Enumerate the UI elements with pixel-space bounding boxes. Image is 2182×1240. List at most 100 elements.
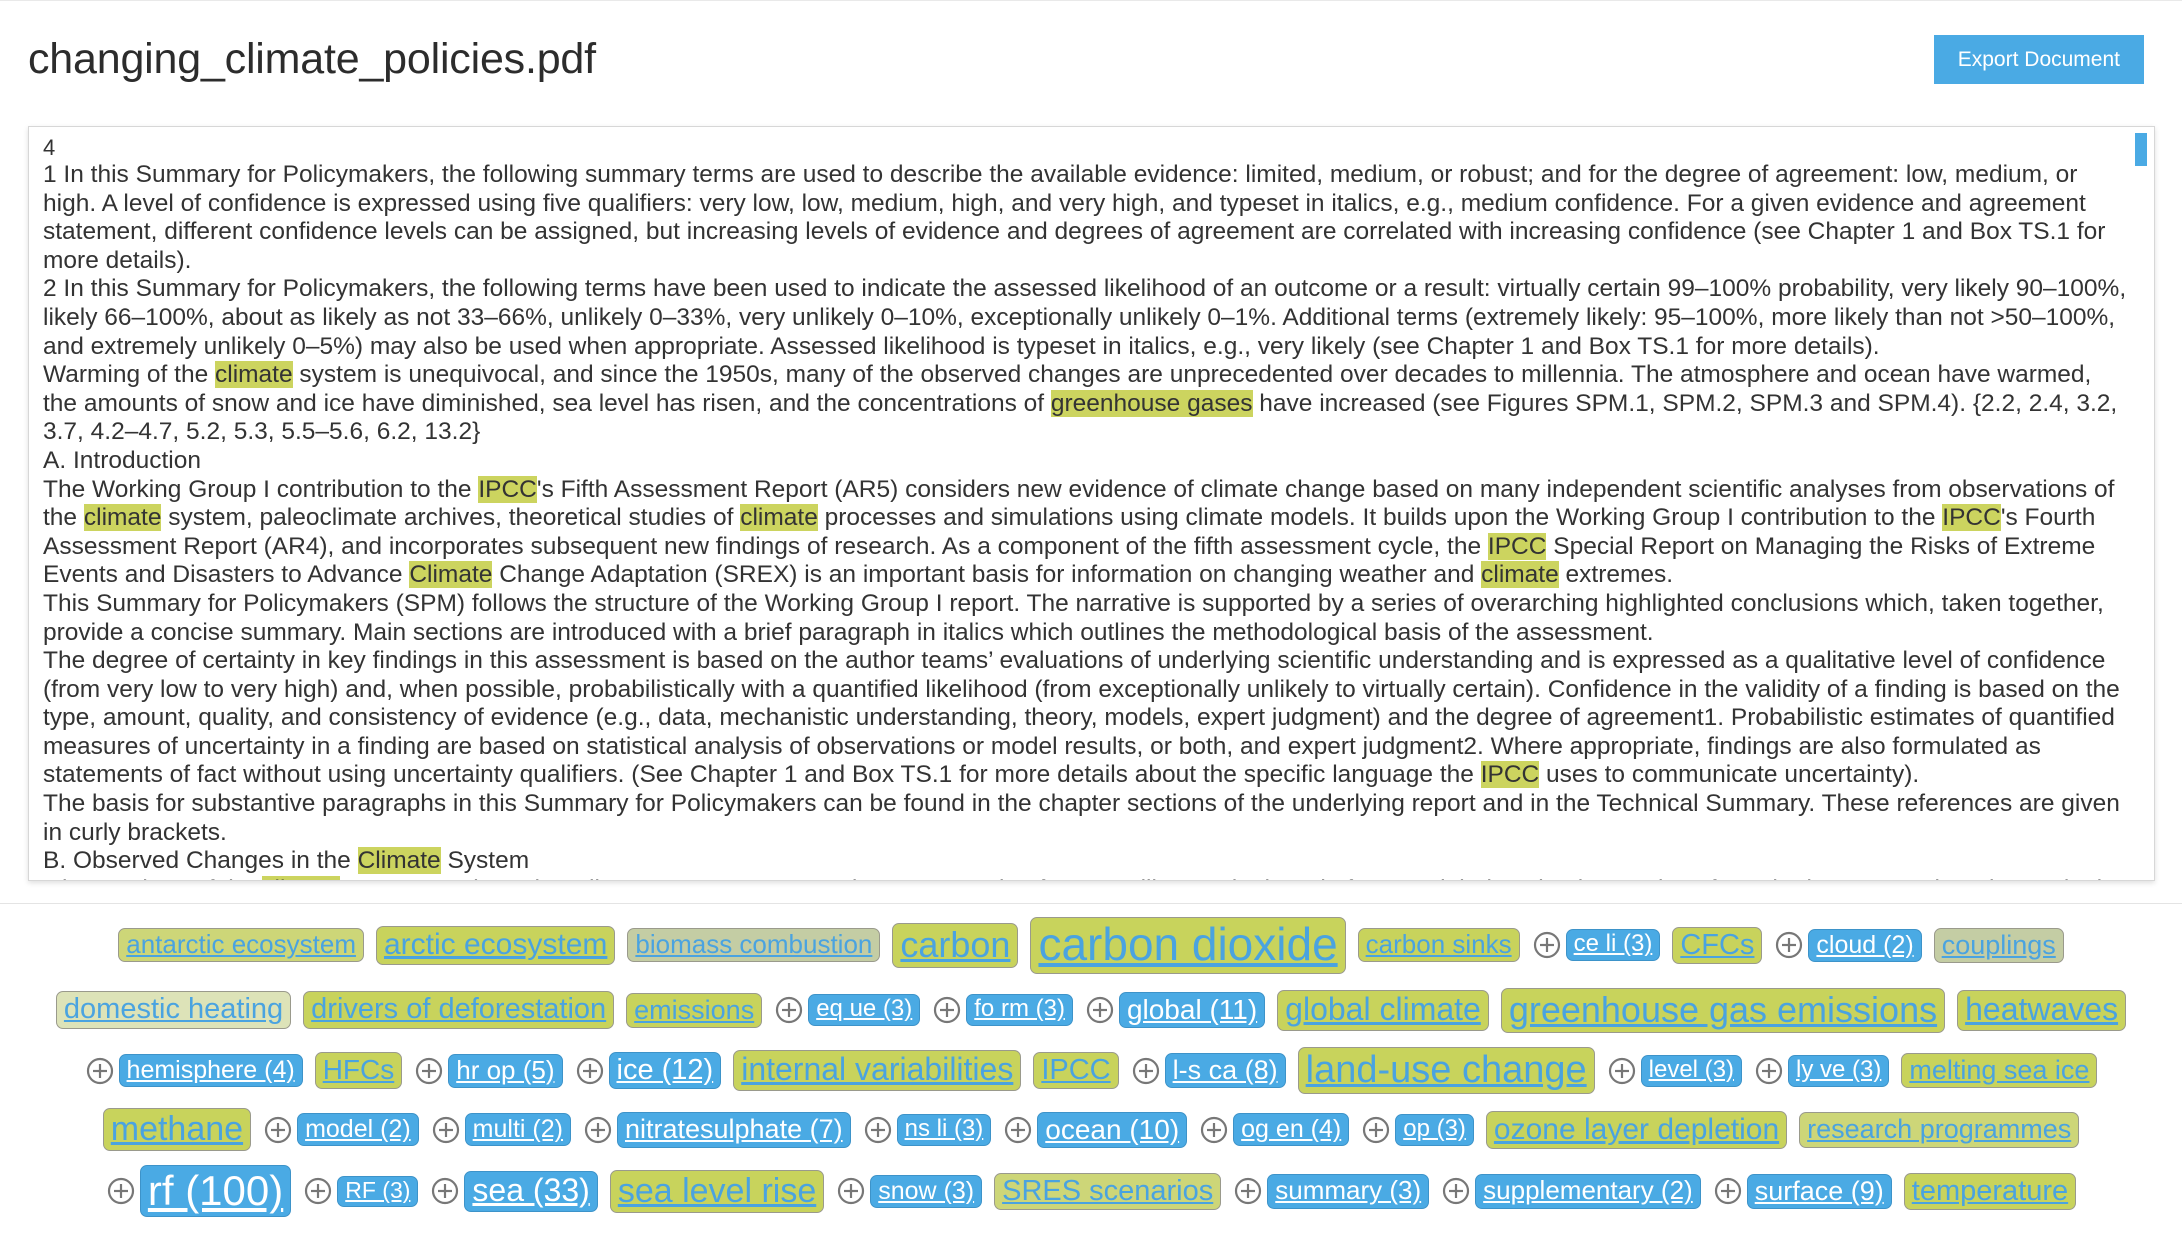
inline-term-link[interactable]: summary — [585, 161, 686, 188]
inline-term-link[interactable]: level — [123, 190, 173, 217]
inline-term-highlight[interactable]: IPCC — [1480, 761, 1540, 789]
add-tag-plus-icon[interactable] — [431, 1115, 461, 1145]
tag-link[interactable]: heatwaves — [1957, 989, 2127, 1031]
tag-link[interactable]: arctic ecosystem — [375, 925, 616, 965]
tag-link[interactable]: fo rm (3) — [966, 994, 1073, 1027]
inline-term-link[interactable]: levels — [384, 218, 447, 245]
tag-link[interactable]: l-s ca (8) — [1164, 1052, 1286, 1089]
tag-link[interactable]: IPCC — [1033, 1051, 1119, 1090]
add-tag-plus-icon[interactable] — [106, 1176, 136, 1206]
tag-link[interactable]: melting sea ice — [1901, 1052, 2098, 1089]
add-tag-plus-icon[interactable] — [1607, 1056, 1637, 1086]
tag-link[interactable]: surface (9) — [1746, 1173, 1892, 1210]
tag-link[interactable]: HFCs — [314, 1052, 403, 1089]
add-tag-plus-icon[interactable] — [1441, 1176, 1471, 1206]
tag-link[interactable]: emissions — [626, 992, 763, 1028]
tag-link[interactable]: cloud (2) — [1808, 928, 1922, 962]
add-tag-plus-icon[interactable] — [1233, 1176, 1263, 1206]
tag-link[interactable]: level (3) — [1640, 1054, 1742, 1087]
inline-term-link[interactable]: Summary — [1705, 790, 1808, 817]
tag-link[interactable]: antarctic ecosystem — [118, 928, 364, 963]
tag-link[interactable]: ozone layer depletion — [1485, 1110, 1788, 1150]
inline-term-link[interactable]: sea level — [552, 390, 649, 417]
add-tag-plus-icon[interactable] — [1361, 1115, 1391, 1145]
inline-term-link[interactable]: levels — [805, 218, 868, 245]
inline-term-highlight[interactable]: Climate — [357, 847, 441, 875]
tag-link[interactable]: SRES scenarios — [994, 1172, 1222, 1211]
inline-term-link[interactable]: snow — [212, 390, 269, 417]
tag-link[interactable]: hr op (5) — [448, 1053, 563, 1088]
tag-link[interactable]: CFCs — [1672, 926, 1763, 964]
tag-link[interactable]: nitratesulphate (7) — [616, 1112, 851, 1148]
tag-link[interactable]: carbon dioxide — [1030, 917, 1346, 974]
tag-link[interactable]: summary (3) — [1267, 1174, 1430, 1209]
inline-term-highlight[interactable]: IPCC — [1487, 532, 1547, 560]
inline-term-link[interactable]: Summary — [136, 275, 241, 302]
tag-link[interactable]: land-use change — [1297, 1046, 1595, 1095]
add-tag-plus-icon[interactable] — [575, 1056, 605, 1086]
inline-term-link[interactable]: models — [1270, 504, 1349, 531]
tag-link[interactable]: og en (4) — [1233, 1113, 1350, 1147]
add-tag-plus-icon[interactable] — [583, 1115, 613, 1145]
tag-link[interactable]: snow (3) — [870, 1174, 983, 1208]
document-scrollbar-thumb[interactable] — [2135, 133, 2147, 166]
add-tag-plus-icon[interactable] — [430, 1176, 460, 1206]
add-tag-plus-icon[interactable] — [774, 995, 804, 1025]
tag-link[interactable]: biomass combustion — [627, 928, 881, 963]
tag-link[interactable]: temperature — [1903, 1172, 2077, 1211]
inline-term-highlight[interactable]: climate — [83, 504, 162, 532]
tag-link[interactable]: couplings — [1933, 927, 2064, 963]
tag-link[interactable]: ly ve (3) — [1788, 1054, 1890, 1087]
tag-link[interactable]: drivers of deforestation — [303, 991, 615, 1029]
inline-term-link[interactable]: level — [1902, 647, 1952, 674]
tag-link[interactable]: model (2) — [297, 1113, 419, 1147]
tag-link[interactable]: carbon — [892, 922, 1019, 968]
add-tag-plus-icon[interactable] — [263, 1115, 293, 1145]
add-tag-plus-icon[interactable] — [932, 995, 962, 1025]
tag-link[interactable]: rf (100) — [139, 1165, 292, 1218]
tag-link[interactable]: supplementary (2) — [1475, 1174, 1701, 1209]
tag-link[interactable]: RF (3) — [337, 1176, 419, 1207]
inline-term-highlight[interactable]: climate — [215, 361, 293, 389]
inline-term-link[interactable]: summary — [240, 619, 339, 646]
add-tag-plus-icon[interactable] — [1754, 1056, 1784, 1086]
tag-link[interactable]: ce li (3) — [1565, 929, 1661, 962]
inline-term-link[interactable]: model — [991, 733, 1058, 760]
add-tag-plus-icon[interactable] — [863, 1115, 893, 1145]
tag-link[interactable]: domestic heating — [55, 991, 292, 1029]
add-tag-plus-icon[interactable] — [1131, 1056, 1161, 1086]
tag-link[interactable]: carbon sinks — [1357, 928, 1520, 963]
tag-link[interactable]: ns li (3) — [896, 1113, 992, 1146]
inline-term-link[interactable]: models — [1104, 704, 1183, 731]
add-tag-plus-icon[interactable] — [1713, 1176, 1743, 1206]
tag-link[interactable]: op (3) — [1395, 1113, 1474, 1146]
tag-link[interactable]: global (11) — [1118, 991, 1266, 1029]
add-tag-plus-icon[interactable] — [85, 1056, 115, 1086]
document-scrollbar[interactable] — [2135, 129, 2151, 880]
inline-term-highlight[interactable]: greenhouse gases — [1050, 389, 1253, 417]
inline-term-link[interactable]: Summary — [136, 161, 241, 188]
tag-link[interactable]: ice (12) — [608, 1051, 722, 1090]
add-tag-plus-icon[interactable] — [1774, 930, 1804, 960]
inline-term-highlight[interactable]: climate — [1481, 561, 1559, 589]
tag-link[interactable]: sea level rise — [609, 1169, 825, 1213]
inline-term-highlight[interactable]: climate — [262, 875, 340, 880]
inline-term-link[interactable]: Summary — [96, 590, 201, 617]
document-viewer[interactable]: 4 1 In this Summary for Policymakers, th… — [28, 126, 2155, 881]
tag-link[interactable]: hemisphere (4) — [118, 1054, 303, 1088]
tag-link[interactable]: internal variabilities — [733, 1050, 1022, 1092]
add-tag-plus-icon[interactable] — [1085, 995, 1115, 1025]
tag-link[interactable]: greenhouse gas emissions — [1500, 987, 1946, 1033]
add-tag-plus-icon[interactable] — [303, 1176, 333, 1206]
tag-link[interactable]: eq ue (3) — [808, 994, 921, 1027]
add-tag-plus-icon[interactable] — [1199, 1115, 1229, 1145]
inline-term-link[interactable]: ice — [324, 390, 355, 417]
tag-link[interactable]: methane — [102, 1108, 252, 1152]
inline-term-highlight[interactable]: IPCC — [478, 475, 537, 503]
add-tag-plus-icon[interactable] — [414, 1056, 444, 1086]
inline-term-link[interactable]: ocean — [1864, 361, 1931, 388]
inline-term-link[interactable]: Summary — [524, 790, 629, 817]
tag-link[interactable]: ocean (10) — [1037, 1111, 1188, 1149]
inline-term-highlight[interactable]: Climate — [409, 561, 493, 589]
add-tag-plus-icon[interactable] — [1532, 930, 1562, 960]
